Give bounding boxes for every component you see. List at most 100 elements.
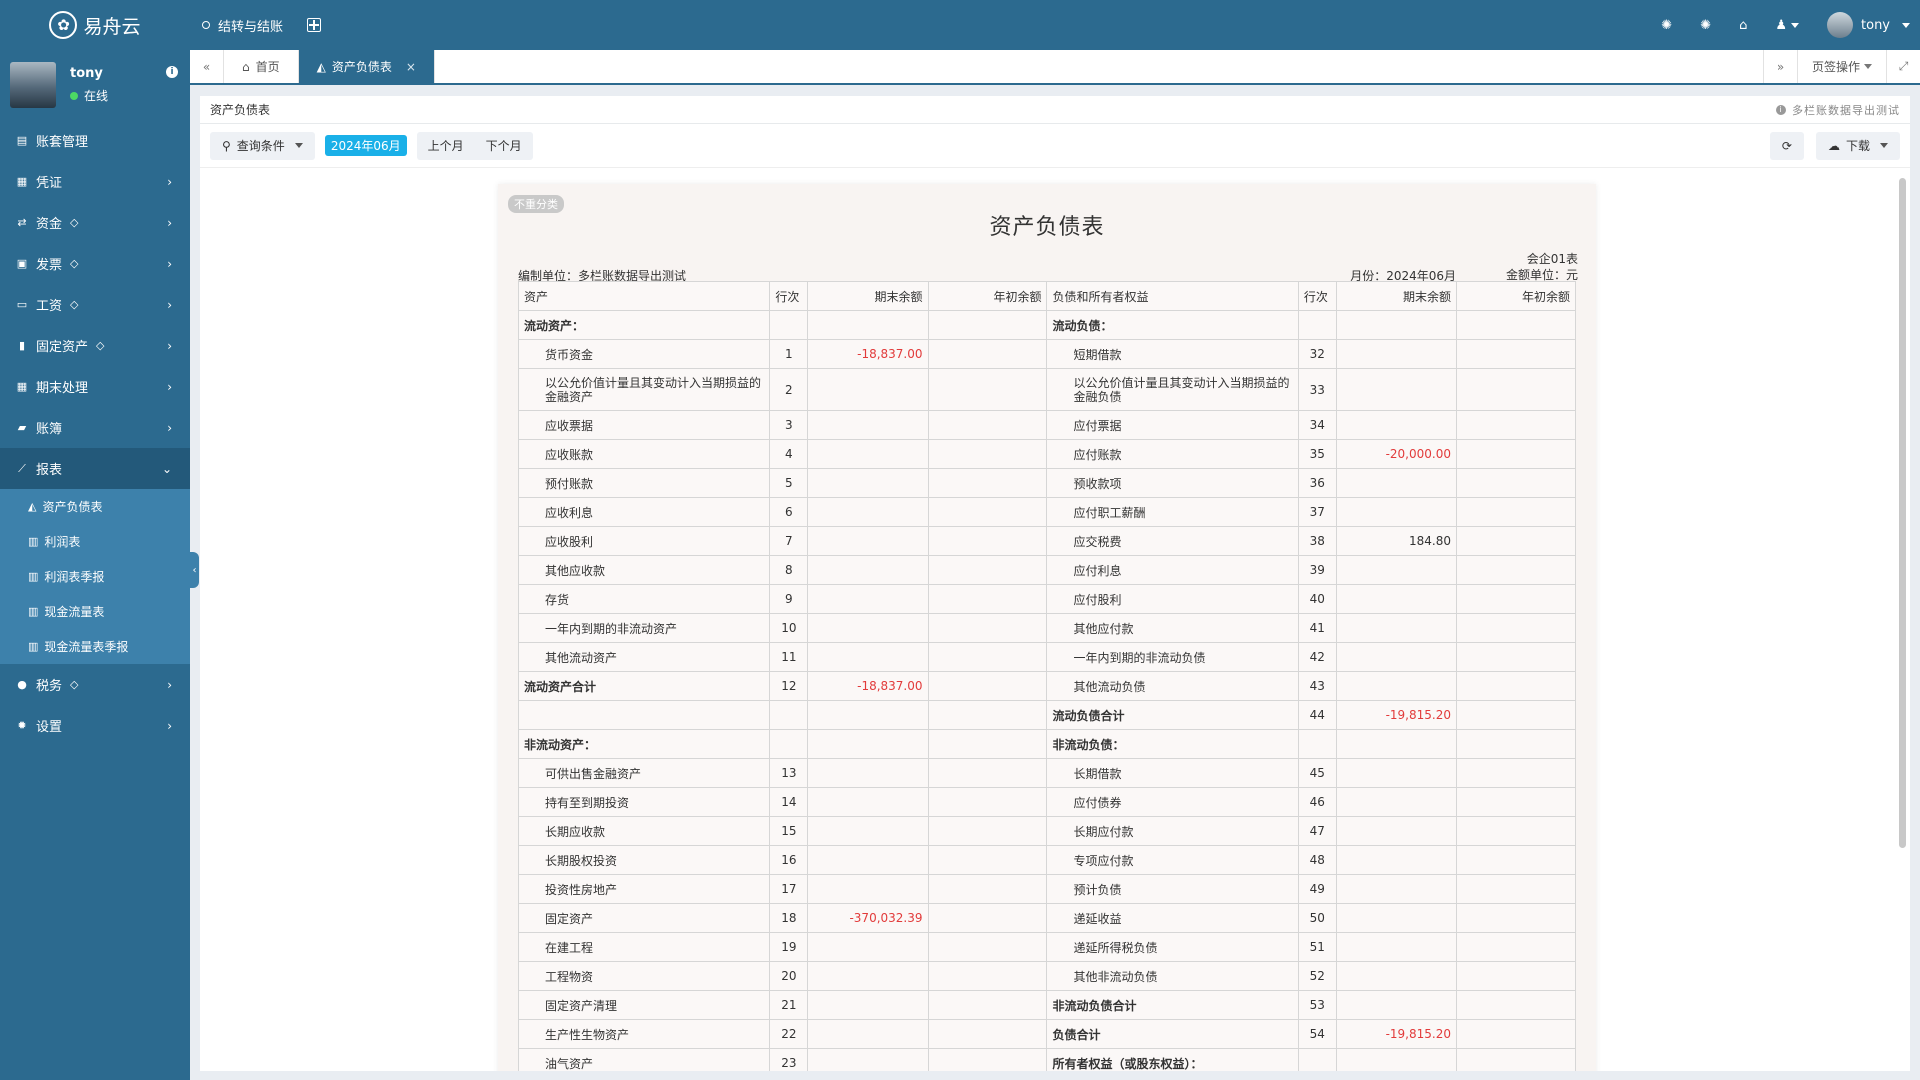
liability-item-cell: 应付股利 — [1046, 584, 1299, 614]
liability-item-cell: 应付账款 — [1046, 439, 1299, 469]
asset-ending-balance-cell — [807, 990, 929, 1020]
tab-balance-sheet[interactable]: ◭ 资产负债表 × — [298, 50, 435, 83]
asset-line-no-cell — [769, 310, 809, 340]
sidebar-collapse-handle[interactable]: ‹ — [190, 552, 199, 588]
asset-line-no-cell: 19 — [769, 932, 809, 962]
sidebar-item-ledger-set[interactable]: ▤ 账套管理 — [0, 120, 190, 161]
asset-item-cell: 存货 — [517, 584, 771, 614]
asset-line-no-cell: 14 — [769, 787, 809, 817]
asset-ending-balance-cell — [807, 729, 929, 759]
column-header: 期末余额 — [1335, 281, 1457, 311]
submenu-label: 资产负债表 — [42, 500, 103, 514]
liability-opening-balance-cell — [1455, 310, 1577, 340]
submenu-income-quarterly[interactable]: ▥ 利润表季报 — [0, 559, 190, 594]
liability-ending-balance-cell — [1335, 584, 1457, 614]
asset-line-no-cell: 16 — [769, 845, 809, 875]
liability-item-cell: 应付债券 — [1046, 787, 1299, 817]
sidebar-item-period-end[interactable]: ▦ 期末处理 › — [0, 366, 190, 407]
liability-opening-balance-cell — [1455, 339, 1577, 369]
download-button[interactable]: ☁ 下载 — [1815, 131, 1900, 160]
user-menu[interactable]: tony — [1827, 12, 1910, 38]
sidebar-item-voucher[interactable]: ▦ 凭证 › — [0, 161, 190, 202]
column-header: 行次 — [769, 281, 809, 311]
refresh-button[interactable]: ⟳ — [1769, 131, 1804, 160]
chevron-down-icon: ⌄ — [161, 461, 172, 476]
asset-ending-balance-cell — [807, 439, 929, 469]
sidebar-item-invoice[interactable]: ▣ 发票 ◇ › — [0, 243, 190, 284]
table-row: 固定资产清理 21 非流动负债合计 53 — [517, 990, 1577, 1020]
sidebar-item-fixed-assets[interactable]: ▮ 固定资产 ◇ › — [0, 325, 190, 366]
plus-square-icon[interactable] — [307, 18, 322, 32]
scrollbar[interactable] — [1899, 178, 1906, 848]
liability-item-cell: 其他流动负债 — [1046, 671, 1299, 701]
asset-line-no-cell: 17 — [769, 874, 809, 904]
liability-item-cell: 非流动负债： — [1046, 729, 1299, 759]
prev-month-button[interactable]: 上个月 — [417, 132, 475, 160]
user-menu-icon[interactable]: ♟ — [1775, 18, 1800, 33]
asset-opening-balance-cell — [927, 410, 1048, 440]
company-hint: 多栏账数据导出测试 — [1792, 103, 1900, 117]
query-conditions-button[interactable]: ⚲ 查询条件 — [210, 131, 315, 160]
bug-icon-2[interactable]: ✺ — [1700, 18, 1711, 33]
submenu-balance-sheet[interactable]: ◭ 资产负债表 — [0, 489, 190, 524]
sidebar-item-funds[interactable]: ⇄ 资金 ◇ › — [0, 202, 190, 243]
sidebar-item-label: 发票 — [36, 258, 63, 273]
column-header: 期末余额 — [807, 281, 929, 311]
liability-opening-balance-cell — [1455, 468, 1577, 498]
sidebar-item-books[interactable]: ▰ 账簿 › — [0, 407, 190, 448]
liability-item-cell: 其他应付款 — [1046, 613, 1299, 643]
sidebar-item-tax[interactable]: ● 税务 ◇ › — [0, 664, 190, 705]
asset-line-no-cell: 10 — [769, 613, 809, 643]
fullscreen-icon[interactable]: ⤢ — [1886, 50, 1920, 83]
next-month-button[interactable]: 下个月 — [475, 132, 533, 160]
sidebar-item-reports[interactable]: ⟋ 报表 ⌄ — [0, 448, 190, 489]
asset-item-cell: 固定资产清理 — [517, 990, 771, 1020]
submenu-cash-flow-quarterly[interactable]: ▥ 现金流量表季报 — [0, 629, 190, 664]
tab-scroll-right-button[interactable]: » — [1762, 50, 1797, 83]
bug-icon[interactable]: ✺ — [1661, 18, 1672, 33]
page-ops-label: 页签操作 — [1811, 60, 1860, 74]
liability-item-cell: 长期借款 — [1046, 758, 1299, 788]
current-month-badge[interactable]: 2024年06月 — [324, 135, 407, 156]
liability-opening-balance-cell — [1455, 497, 1577, 527]
sidebar-item-payroll[interactable]: ▭ 工资 ◇ › — [0, 284, 190, 325]
app-logo[interactable]: ✿ 易舟云 — [0, 0, 190, 50]
asset-item-cell: 其他应收款 — [517, 555, 771, 585]
asset-opening-balance-cell — [927, 642, 1048, 672]
submenu-income-statement[interactable]: ▥ 利润表 — [0, 524, 190, 559]
page-operations-dropdown[interactable]: 页签操作 — [1796, 50, 1886, 83]
asset-opening-balance-cell — [927, 816, 1048, 846]
reports-submenu: ◭ 资产负债表 ▥ 利润表 ▥ 利润表季报 ▥ 现金流量表 ▥ 现金流量表季报 — [0, 489, 190, 664]
tab-home[interactable]: ⌂ 首页 — [224, 50, 299, 83]
sidebar-item-settings[interactable]: ✹ 设置 › — [0, 705, 190, 746]
asset-ending-balance-cell — [807, 1048, 929, 1071]
submenu-cash-flow[interactable]: ▥ 现金流量表 — [0, 594, 190, 629]
liability-opening-balance-cell — [1455, 961, 1577, 991]
liability-opening-balance-cell — [1455, 1019, 1577, 1049]
asset-item-cell: 非流动资产： — [517, 729, 771, 759]
asset-line-no-cell: 5 — [769, 468, 809, 498]
tab-scroll-left-button[interactable]: « — [190, 50, 224, 83]
asset-line-no-cell: 13 — [769, 758, 809, 788]
asset-line-no-cell: 7 — [769, 526, 809, 556]
liability-line-no-cell: 37 — [1297, 497, 1337, 527]
avatar[interactable] — [10, 62, 56, 108]
bar-chart-icon: ▥ — [28, 570, 39, 583]
liability-opening-balance-cell — [1455, 787, 1577, 817]
liability-line-no-cell — [1297, 310, 1337, 340]
close-icon[interactable]: × — [406, 60, 416, 74]
asset-ending-balance-cell — [807, 497, 929, 527]
home-icon[interactable]: ⌂ — [1739, 18, 1747, 33]
info-icon[interactable]: i — [166, 66, 178, 78]
liability-line-no-cell: 39 — [1297, 555, 1337, 585]
table-header-row: 资产 行次 期末余额 年初余额 负债和所有者权益 行次 期末余额 年初余额 — [517, 281, 1577, 311]
close-period-link[interactable]: 结转与结账 — [218, 16, 283, 35]
liability-ending-balance-cell: -19,815.20 — [1335, 1019, 1457, 1049]
liability-line-no-cell: 49 — [1297, 874, 1337, 904]
top-bar: ✿ 易舟云 结转与结账 ✺ ✺ ⌂ ♟ tony — [0, 0, 1920, 50]
book-icon: ▰ — [17, 421, 27, 434]
asset-opening-balance-cell — [927, 613, 1048, 643]
liability-ending-balance-cell — [1335, 729, 1457, 759]
liability-line-no-cell: 51 — [1297, 932, 1337, 962]
sidebar-item-label: 账簿 — [36, 422, 63, 437]
